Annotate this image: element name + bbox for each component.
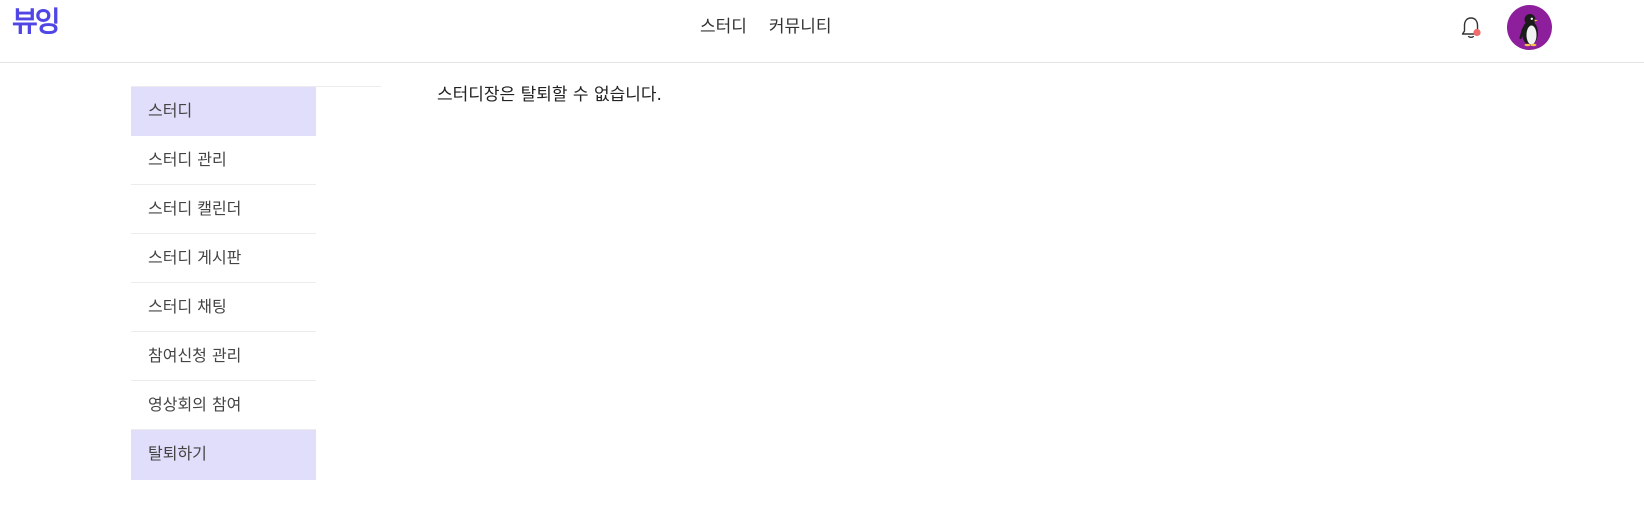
sidebar-item-join-requests[interactable]: 참여신청 관리	[131, 332, 316, 381]
sidebar-menu: 스터디 스터디 관리 스터디 캘린더 스터디 게시판 스터디 채팅 참여신청 관…	[131, 87, 316, 480]
logo[interactable]: 뷰잉	[12, 2, 61, 42]
sidebar-item-study-board[interactable]: 스터디 게시판	[131, 234, 316, 283]
sidebar-item-study[interactable]: 스터디	[131, 87, 316, 136]
leave-message: 스터디장은 탈퇴할 수 없습니다.	[437, 85, 662, 105]
sidebar-item-study-calendar[interactable]: 스터디 캘린더	[131, 185, 316, 234]
penguin-icon	[1519, 14, 1538, 47]
sidebar-item-study-chat[interactable]: 스터디 채팅	[131, 283, 316, 332]
sidebar-item-video-meeting[interactable]: 영상회의 참여	[131, 381, 316, 430]
sidebar-item-leave[interactable]: 탈퇴하기	[131, 430, 316, 480]
notification-dot	[1473, 28, 1481, 37]
avatar[interactable]	[1507, 5, 1552, 50]
sidebar-item-study-manage[interactable]: 스터디 관리	[131, 136, 316, 185]
main-nav: 스터디 커뮤니티	[700, 14, 831, 40]
nav-study[interactable]: 스터디	[700, 14, 747, 40]
top-header: 뷰잉 스터디 커뮤니티	[0, 0, 1644, 63]
nav-community[interactable]: 커뮤니티	[769, 14, 832, 40]
bell-icon[interactable]	[1458, 14, 1484, 42]
